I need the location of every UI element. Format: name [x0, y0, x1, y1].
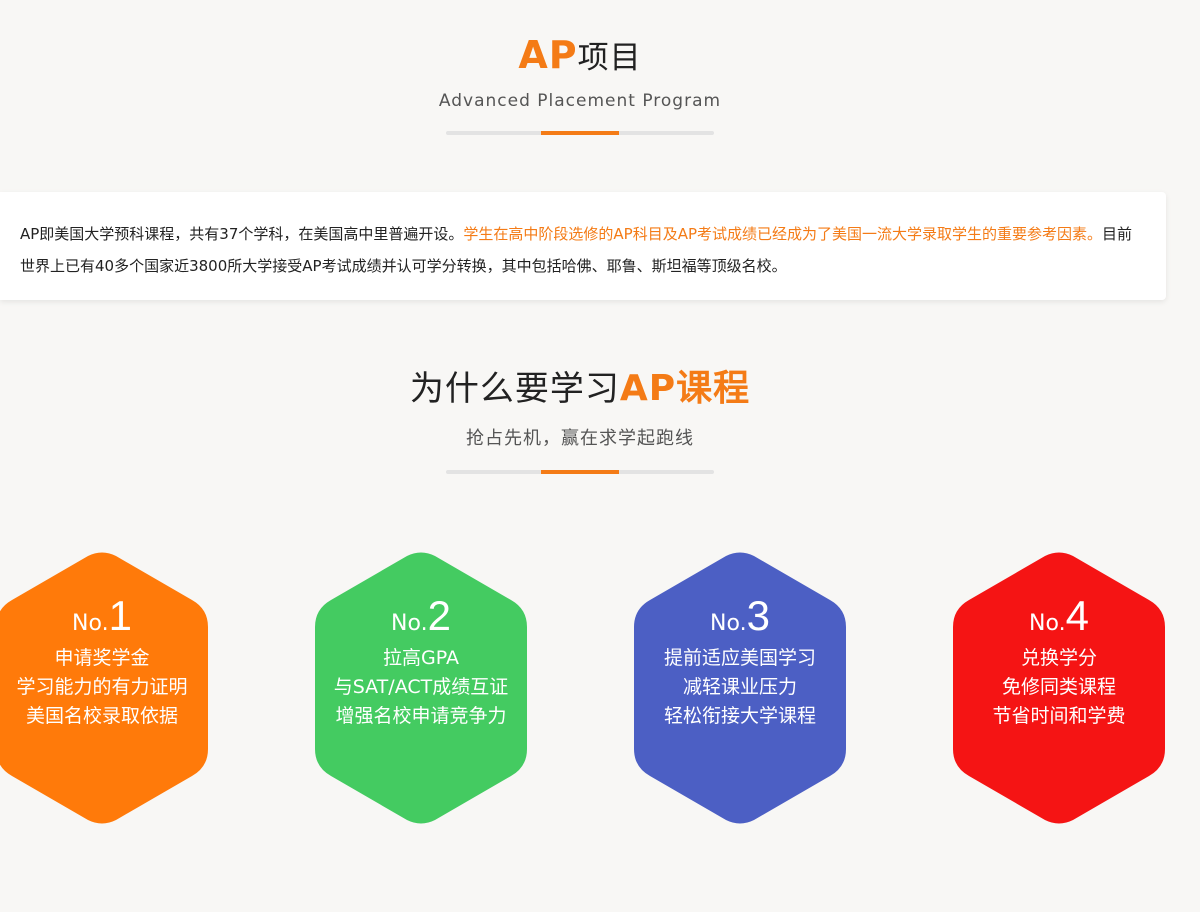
intro-text: AP即美国大学预科课程，共有37个学科，在美国高中里普遍开设。	[20, 225, 464, 243]
hexagon-line: 兑换学分	[1020, 647, 1097, 669]
divider-accent-bar	[541, 131, 619, 135]
hexagon-content: No.1 申请奖学金 学习能力的有力证明 美国名校录取依据	[0, 588, 208, 731]
hexagon-line: 增强名校申请竞争力	[335, 705, 507, 727]
hexagon-card-4: No.4 兑换学分 免修同类课程 节省时间和学费	[953, 552, 1165, 824]
hexagon-line: 拉高GPA	[383, 647, 459, 669]
number-prefix: No.	[391, 611, 428, 636]
intro-highlight: 学生在高中阶段选修的AP科目及AP考试成绩已经成为了美国一流大学录取学生的重要参…	[463, 225, 1103, 243]
hexagon-content: No.4 兑换学分 免修同类课程 节省时间和学费	[953, 588, 1165, 731]
ap-program-page: AP项目 Advanced Placement Program AP即美国大学预…	[0, 0, 1200, 912]
number-value: 4	[1065, 592, 1089, 639]
intro-card: AP即美国大学预科课程，共有37个学科，在美国高中里普遍开设。学生在高中阶段选修…	[0, 192, 1166, 300]
hexagon-content: No.3 提前适应美国学习 减轻课业压力 轻松衔接大学课程	[634, 588, 846, 731]
hexagon-card-1: No.1 申请奖学金 学习能力的有力证明 美国名校录取依据	[0, 552, 208, 824]
section-subtitle: 抢占先机，赢在求学起跑线	[466, 428, 694, 449]
title-accent: AP	[518, 33, 578, 77]
hexagon-line: 轻松衔接大学课程	[663, 705, 816, 727]
hexagon-card-3: No.3 提前适应美国学习 减轻课业压力 轻松衔接大学课程	[634, 552, 846, 824]
hexagon-line: 提前适应美国学习	[663, 647, 816, 669]
hexagon-line: 学习能力的有力证明	[16, 676, 188, 698]
number-prefix: No.	[72, 611, 109, 636]
number-prefix: No.	[1029, 611, 1066, 636]
hexagon-lines: 兑换学分 免修同类课程 节省时间和学费	[953, 644, 1165, 731]
hexagon-number: No.1	[0, 588, 208, 644]
section-title-accent: AP课程	[619, 368, 751, 409]
number-prefix: No.	[710, 611, 747, 636]
section-header-why-ap: 为什么要学习AP课程 抢占先机，赢在求学起跑线	[0, 366, 1160, 474]
section-title-plain: 为什么要学习	[409, 369, 620, 409]
hexagon-lines: 申请奖学金 学习能力的有力证明 美国名校录取依据	[0, 644, 208, 731]
hexagon-line: 与SAT/ACT成绩互证	[333, 676, 509, 698]
number-value: 3	[746, 592, 770, 639]
hexagon-lines: 拉高GPA 与SAT/ACT成绩互证 增强名校申请竞争力	[315, 644, 527, 731]
hexagon-line: 减轻课业压力	[682, 676, 797, 698]
hexagon-number: No.4	[953, 588, 1165, 644]
hexagon-lines: 提前适应美国学习 减轻课业压力 轻松衔接大学课程	[634, 644, 846, 731]
hexagon-number: No.2	[315, 588, 527, 644]
number-value: 2	[427, 592, 451, 639]
page-subtitle: Advanced Placement Program	[438, 91, 722, 111]
title-rest: 项目	[577, 40, 642, 76]
hexagon-card-2: No.2 拉高GPA 与SAT/ACT成绩互证 增强名校申请竞争力	[315, 552, 527, 824]
divider-accent-bar	[541, 470, 619, 474]
hexagon-number: No.3	[634, 588, 846, 644]
hexagon-line: 申请奖学金	[54, 647, 150, 669]
section-divider	[446, 470, 714, 474]
title-divider	[446, 131, 714, 135]
page-title: AP项目	[0, 32, 1160, 81]
number-value: 1	[108, 592, 132, 639]
hexagon-line: 美国名校录取依据	[25, 705, 178, 727]
hexagon-content: No.2 拉高GPA 与SAT/ACT成绩互证 增强名校申请竞争力	[315, 588, 527, 731]
section-title: 为什么要学习AP课程	[0, 366, 1160, 412]
section-header-ap-program: AP项目 Advanced Placement Program	[0, 32, 1160, 135]
hexagon-line: 免修同类课程	[1001, 676, 1116, 698]
hexagon-line: 节省时间和学费	[992, 705, 1126, 727]
